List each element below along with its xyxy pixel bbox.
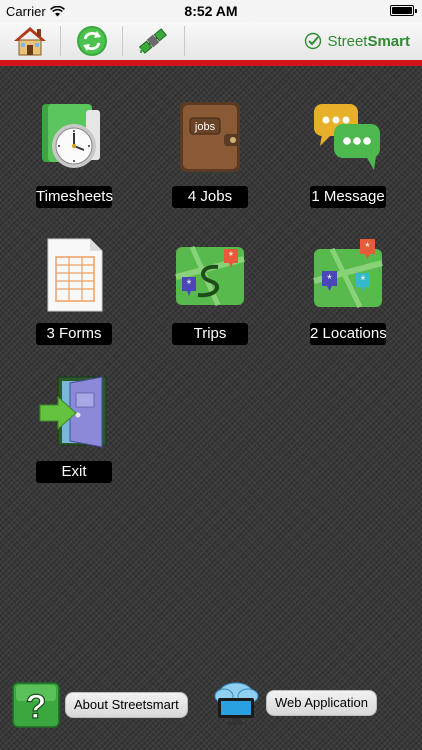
trips-map-icon: * *	[172, 237, 248, 313]
battery-icon	[390, 5, 417, 16]
about-label: About Streetsmart	[65, 692, 188, 718]
svg-text:*: *	[361, 273, 366, 287]
home-icon	[14, 27, 46, 56]
svg-text:*: *	[187, 277, 192, 291]
tile-label: 1 Message	[310, 186, 386, 208]
tile-jobs[interactable]: jobs 4 Jobs	[150, 100, 270, 230]
tile-label: 2 Locations	[310, 323, 387, 345]
tile-label: Exit	[36, 461, 112, 483]
locations-map-icon: * * *	[310, 237, 386, 313]
question-mark-glyph: ?	[26, 688, 47, 726]
tile-label: 4 Jobs	[172, 186, 248, 208]
sync-button[interactable]	[74, 24, 110, 58]
clock-icon	[36, 100, 112, 176]
home-button[interactable]	[12, 24, 48, 58]
tile-forms[interactable]: 3 Forms	[14, 237, 134, 367]
toolbar: StreetSmart	[0, 22, 422, 60]
status-time: 8:52 AM	[184, 3, 238, 19]
tile-label: Timesheets	[36, 186, 113, 208]
about-button[interactable]: ? About Streetsmart	[12, 682, 188, 728]
form-document-icon	[36, 237, 112, 313]
svg-text:*: *	[327, 272, 332, 286]
tile-label: 3 Forms	[36, 323, 112, 345]
svg-text:*: *	[229, 249, 234, 263]
satellite-button[interactable]	[135, 24, 171, 58]
tile-timesheets[interactable]: Timesheets	[14, 100, 134, 230]
brand-logo: StreetSmart	[304, 32, 410, 50]
accent-bar	[0, 60, 422, 66]
tile-messages[interactable]: 1 Message	[288, 100, 408, 230]
tile-trips[interactable]: * * Trips	[150, 237, 270, 367]
message-bubbles-icon	[310, 100, 386, 176]
tile-exit[interactable]: Exit	[14, 375, 134, 505]
exit-door-icon	[36, 375, 112, 451]
jobs-wallet-icon: jobs	[172, 100, 248, 176]
cloud-monitor-icon	[214, 682, 259, 725]
brand-name-part2: Smart	[367, 32, 410, 50]
brand-name-part1: Street	[327, 32, 368, 50]
tile-locations[interactable]: * * * 2 Locations	[288, 237, 408, 367]
toolbar-divider	[60, 26, 61, 56]
web-application-label: Web Application	[266, 690, 377, 716]
jobs-icon-text: jobs	[194, 121, 216, 133]
svg-text:*: *	[365, 240, 370, 254]
question-icon: ?	[12, 682, 60, 728]
toolbar-divider	[184, 26, 185, 56]
checkmark-icon	[305, 32, 322, 50]
web-application-button[interactable]: Web Application	[212, 680, 377, 726]
toolbar-divider	[122, 26, 123, 56]
tile-label: Trips	[172, 323, 248, 345]
sync-icon	[77, 26, 107, 56]
status-bar: Carrier 8:52 AM	[0, 0, 422, 22]
satellite-icon	[138, 28, 168, 54]
